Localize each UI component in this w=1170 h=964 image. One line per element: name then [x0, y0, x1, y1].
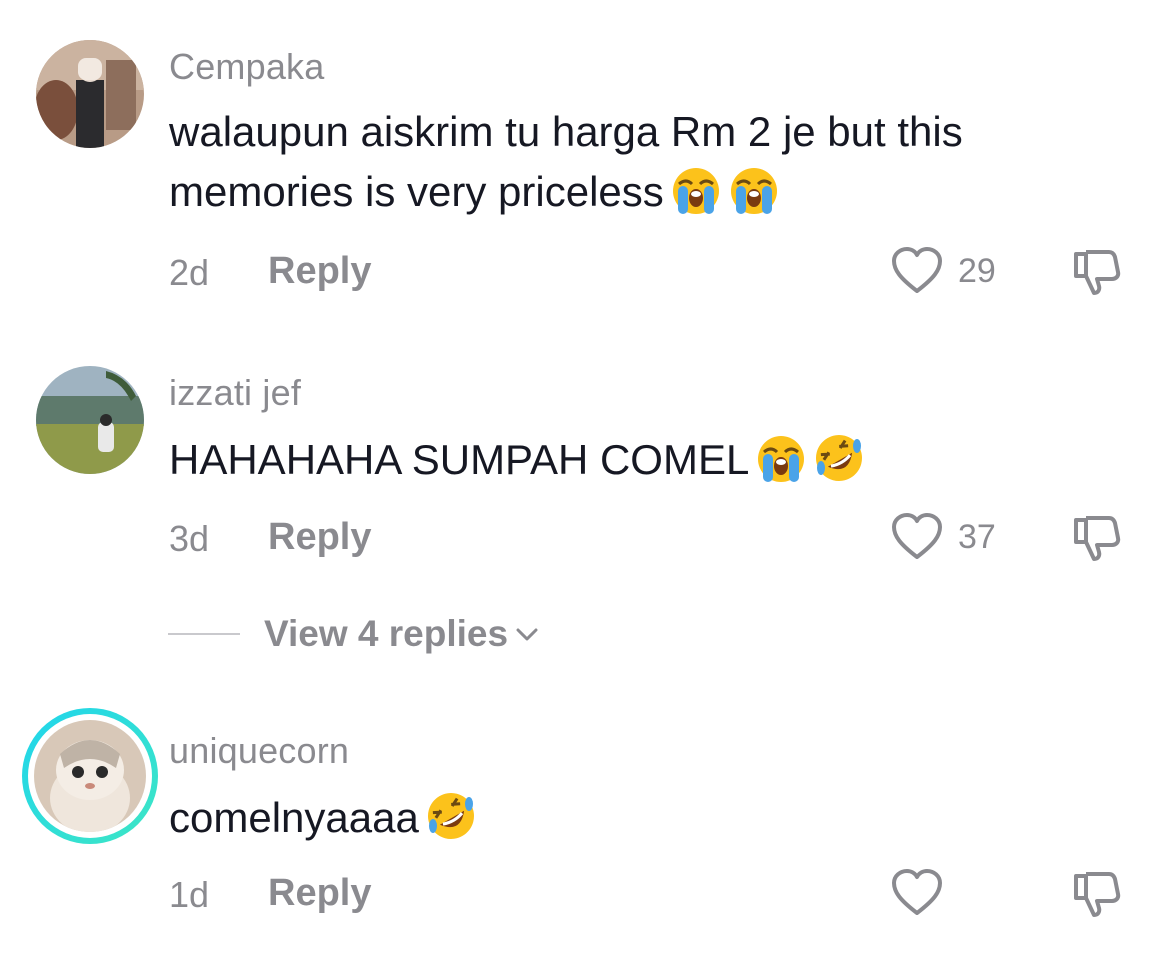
avatar[interactable] — [36, 366, 144, 474]
loudly-crying-face-emoji — [755, 432, 807, 484]
comment-username[interactable]: uniquecorn — [169, 730, 349, 772]
like-count: 37 — [958, 518, 996, 556]
like-count: 29 — [958, 252, 996, 290]
avatar — [34, 720, 146, 832]
comment-username[interactable]: Cempaka — [169, 46, 324, 88]
chevron-down-icon — [516, 628, 538, 641]
comment-timestamp: 2d — [169, 252, 210, 293]
view-replies-button[interactable]: View 4 replies — [168, 612, 540, 656]
comment-timestamp: 1d — [169, 874, 210, 915]
heart-icon — [892, 247, 942, 293]
view-replies-label: View 4 replies — [264, 613, 509, 654]
comment-timestamp: 3d — [169, 518, 210, 559]
like-button[interactable] — [890, 868, 944, 918]
comment-text-content: walaupun aiskrim tu harga Rm 2 je but th… — [169, 108, 963, 215]
comment-text: HAHAHAHA SUMPAH COMEL — [169, 430, 1099, 490]
like-button[interactable] — [890, 512, 944, 562]
loudly-crying-face-emoji — [670, 164, 722, 216]
thumbs-down-icon — [1074, 516, 1121, 561]
dislike-button[interactable] — [1070, 512, 1124, 564]
rolling-on-floor-laughing-emoji — [813, 432, 865, 484]
avatar[interactable] — [36, 40, 144, 148]
reply-button[interactable]: Reply — [268, 250, 371, 293]
comment-text: walaupun aiskrim tu harga Rm 2 je but th… — [169, 102, 1099, 222]
avatar-story-ring[interactable] — [22, 708, 158, 844]
thumbs-down-icon — [1074, 250, 1121, 295]
dislike-button[interactable] — [1070, 246, 1124, 298]
heart-icon — [892, 513, 942, 559]
thumbs-down-icon — [1074, 872, 1121, 917]
reply-button[interactable]: Reply — [268, 516, 371, 559]
rolling-on-floor-laughing-emoji — [425, 790, 477, 842]
comment-text-content: comelnyaaaa — [169, 794, 419, 841]
loudly-crying-face-emoji — [728, 164, 780, 216]
replies-divider-line — [168, 633, 240, 635]
like-button[interactable] — [890, 246, 944, 296]
comment-text: comelnyaaaa — [169, 788, 1099, 848]
reply-button[interactable]: Reply — [268, 872, 371, 915]
comment-username[interactable]: izzati jef — [169, 372, 301, 414]
heart-icon — [892, 869, 942, 915]
dislike-button[interactable] — [1070, 868, 1124, 920]
comment-text-content: HAHAHAHA SUMPAH COMEL — [169, 436, 750, 483]
